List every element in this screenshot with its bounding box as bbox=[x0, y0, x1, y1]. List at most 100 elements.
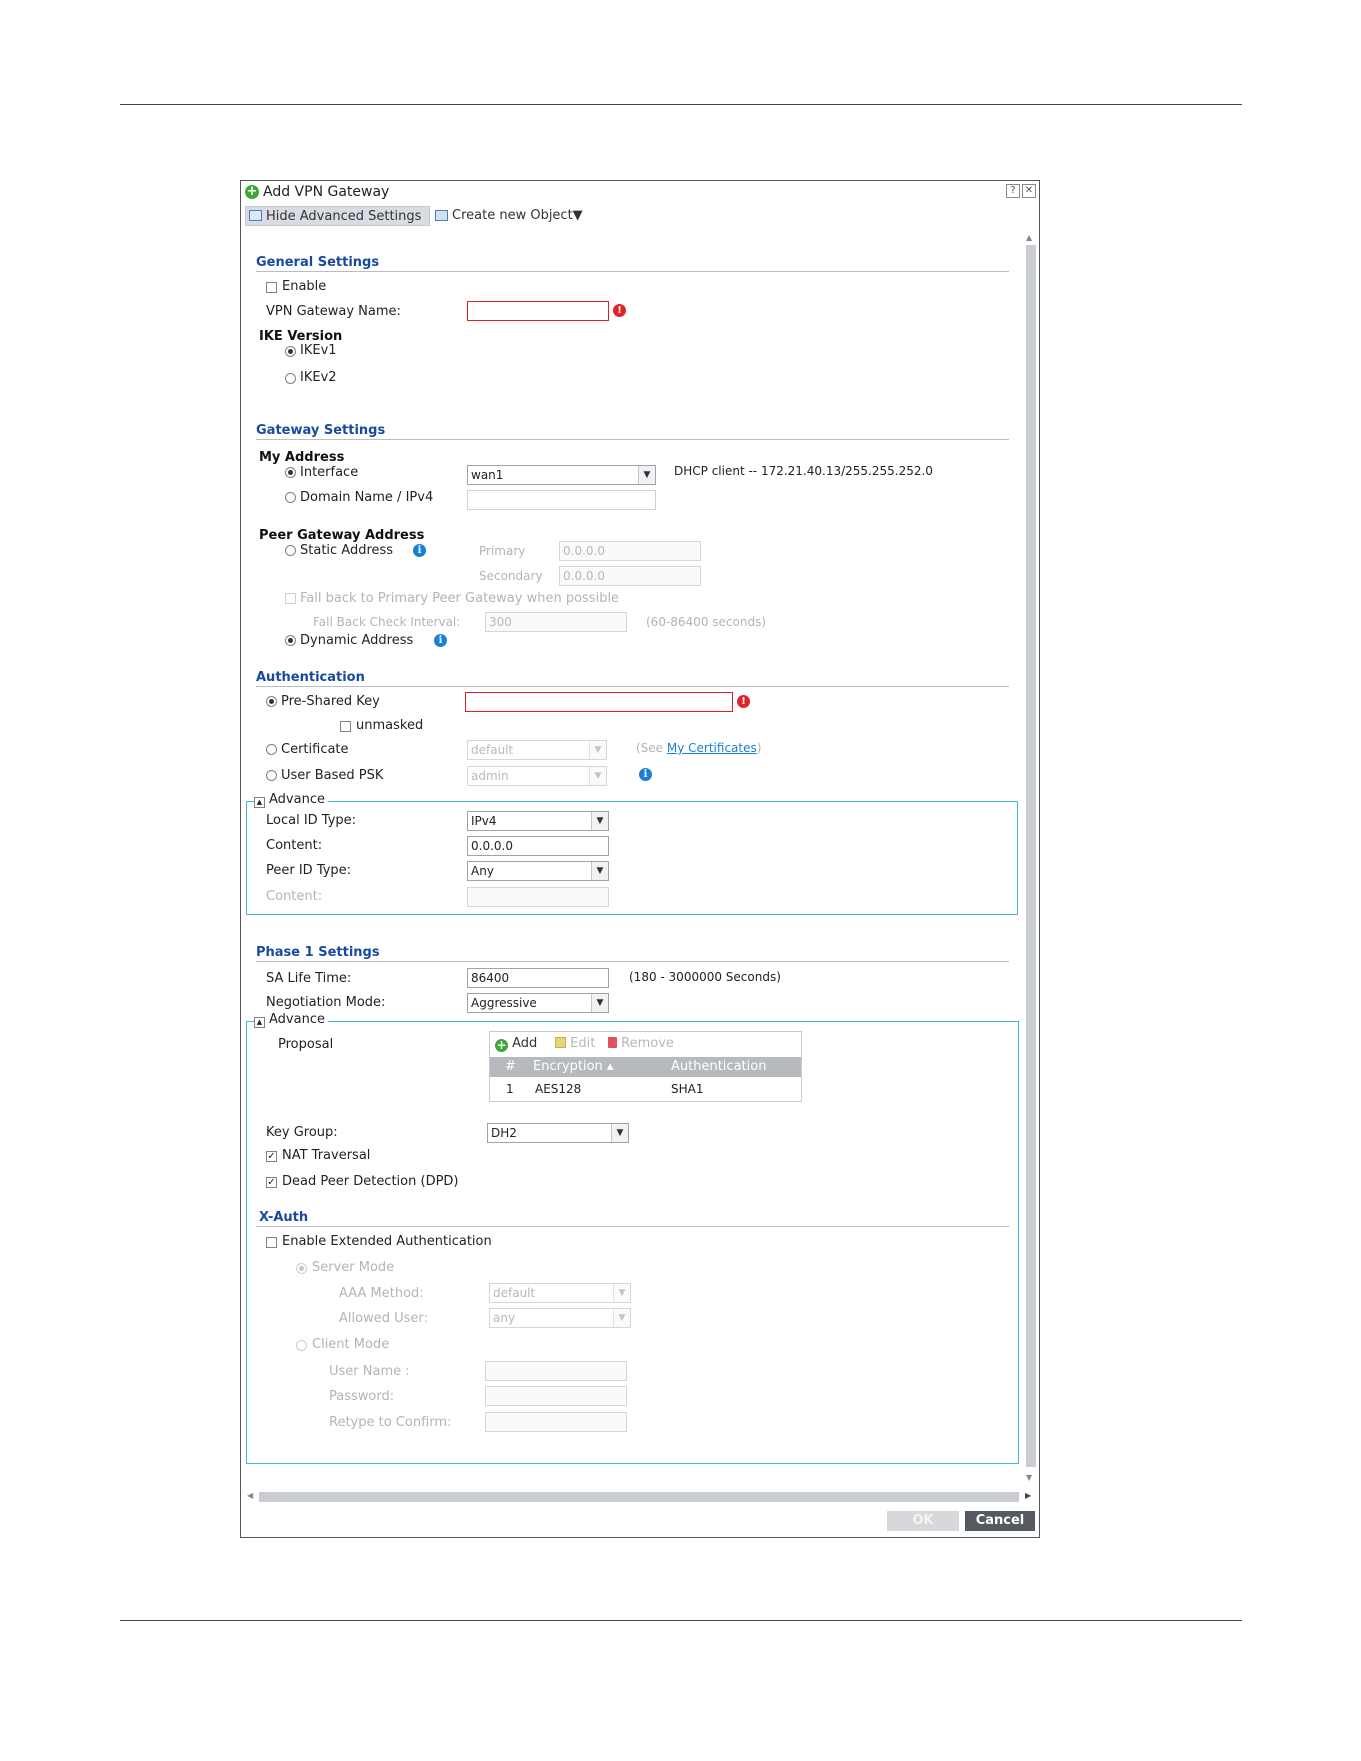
auth-advance-label: Advance bbox=[269, 792, 325, 807]
create-new-object-button[interactable]: Create new Object▼ bbox=[432, 206, 592, 226]
hscroll-thumb[interactable] bbox=[259, 1492, 1019, 1502]
proposal-col-encryption[interactable]: Encryption ▴ bbox=[533, 1057, 613, 1077]
chevron-down-icon: ▼ bbox=[591, 812, 608, 830]
help-icon[interactable]: ? bbox=[1006, 184, 1020, 198]
key-group-select[interactable]: DH2 ▼ bbox=[487, 1123, 629, 1143]
interface-radio[interactable] bbox=[285, 467, 296, 478]
scrollbar-thumb[interactable] bbox=[1026, 245, 1036, 1467]
info-icon[interactable]: i bbox=[639, 768, 652, 781]
auth-advance-legend[interactable]: ▲ Advance bbox=[254, 792, 328, 808]
proposal-col-authentication[interactable]: Authentication bbox=[671, 1057, 766, 1077]
fallback-checkbox[interactable] bbox=[285, 593, 296, 604]
content-label: Content: bbox=[266, 838, 323, 853]
section-divider bbox=[256, 686, 1009, 687]
cancel-button[interactable]: Cancel bbox=[965, 1511, 1035, 1531]
domain-name-radio[interactable] bbox=[285, 492, 296, 503]
server-mode-radio[interactable] bbox=[296, 1263, 307, 1274]
peer-id-type-select[interactable]: Any ▼ bbox=[467, 861, 609, 881]
add-icon: + bbox=[245, 184, 259, 199]
vpn-gateway-name-input[interactable] bbox=[467, 301, 609, 321]
ikev2-radio[interactable] bbox=[285, 373, 296, 384]
collapse-icon[interactable]: ▲ bbox=[254, 797, 265, 808]
certificate-select[interactable]: default ▼ bbox=[467, 740, 607, 760]
fallback-interval-label: Fall Back Check Interval: bbox=[313, 615, 461, 629]
primary-label: Primary bbox=[479, 544, 526, 558]
proposal-remove-button[interactable]: Remove bbox=[608, 1036, 674, 1051]
info-icon[interactable]: i bbox=[413, 544, 426, 557]
scroll-left-arrow-icon[interactable]: ◀ bbox=[247, 1491, 253, 1500]
extended-auth-checkbox[interactable] bbox=[266, 1237, 277, 1248]
sa-life-time-input[interactable]: 86400 bbox=[467, 968, 609, 988]
ikev1-radio[interactable] bbox=[285, 346, 296, 357]
proposal-add-button[interactable]: + Add bbox=[495, 1036, 537, 1052]
proposal-table: + Add Edit Remove # Encryption ▴ Authent… bbox=[489, 1031, 802, 1102]
proposal-edit-button[interactable]: Edit bbox=[555, 1036, 595, 1051]
general-settings-title: General Settings bbox=[256, 255, 380, 270]
settings-panel-icon bbox=[249, 210, 262, 221]
domain-name-input[interactable] bbox=[467, 490, 656, 510]
nat-traversal-checkbox[interactable]: ✓ bbox=[266, 1151, 277, 1162]
local-id-type-value: IPv4 bbox=[471, 814, 497, 828]
negotiation-mode-select[interactable]: Aggressive ▼ bbox=[467, 993, 609, 1013]
user-based-psk-radio[interactable] bbox=[266, 770, 277, 781]
phase1-advance-legend[interactable]: ▲ Advance bbox=[254, 1012, 328, 1028]
section-divider bbox=[256, 1226, 1009, 1227]
vpn-gateway-name-label: VPN Gateway Name: bbox=[266, 304, 401, 319]
interface-select[interactable]: wan1 ▼ bbox=[467, 465, 656, 485]
close-icon[interactable]: ✕ bbox=[1022, 184, 1036, 198]
certificate-select-value: default bbox=[471, 743, 514, 757]
vertical-scrollbar[interactable]: ▲ ▼ bbox=[1023, 231, 1039, 1487]
dialog-toolbar: Hide Advanced Settings Create new Object… bbox=[241, 204, 1039, 228]
table-row[interactable]: 1 AES128 SHA1 bbox=[490, 1078, 801, 1100]
nat-traversal-label: NAT Traversal bbox=[282, 1148, 371, 1163]
fallback-interval-input[interactable]: 300 bbox=[485, 612, 627, 632]
enable-checkbox[interactable] bbox=[266, 282, 277, 293]
scroll-up-arrow-icon[interactable]: ▲ bbox=[1026, 233, 1032, 242]
hide-advanced-settings-button[interactable]: Hide Advanced Settings bbox=[245, 206, 430, 226]
page-bottom-rule bbox=[120, 1620, 1242, 1621]
static-address-radio[interactable] bbox=[285, 545, 296, 556]
unmasked-label: unmasked bbox=[356, 718, 424, 733]
my-certificates-link[interactable]: My Certificates bbox=[667, 741, 757, 755]
certificate-radio[interactable] bbox=[266, 744, 277, 755]
password-label: Password: bbox=[329, 1389, 395, 1404]
chevron-down-icon: ▼ bbox=[589, 741, 606, 759]
ok-button[interactable]: OK bbox=[887, 1511, 959, 1531]
user-based-psk-select[interactable]: admin ▼ bbox=[467, 766, 607, 786]
retype-password-input[interactable] bbox=[485, 1412, 627, 1432]
allowed-user-select[interactable]: any ▼ bbox=[489, 1308, 631, 1328]
fallback-label: Fall back to Primary Peer Gateway when p… bbox=[300, 591, 620, 606]
domain-name-label: Domain Name / IPv4 bbox=[300, 490, 434, 505]
page-top-rule bbox=[120, 104, 1242, 105]
dpd-checkbox[interactable]: ✓ bbox=[266, 1177, 277, 1188]
aaa-method-select[interactable]: default ▼ bbox=[489, 1283, 631, 1303]
auth-advance-fieldset bbox=[246, 801, 1018, 915]
password-input[interactable] bbox=[485, 1386, 627, 1406]
chevron-down-icon: ▼ bbox=[591, 862, 608, 880]
gateway-settings-title: Gateway Settings bbox=[256, 423, 386, 438]
secondary-input[interactable]: 0.0.0.0 bbox=[559, 566, 701, 586]
horizontal-scrollbar[interactable]: ◀ ▶ bbox=[241, 1489, 1039, 1505]
pre-shared-key-input[interactable] bbox=[465, 692, 733, 712]
error-icon: ! bbox=[737, 695, 750, 708]
scroll-down-arrow-icon[interactable]: ▼ bbox=[1026, 1473, 1032, 1482]
pre-shared-key-radio[interactable] bbox=[266, 696, 277, 707]
info-icon[interactable]: i bbox=[434, 634, 447, 647]
dynamic-address-radio[interactable] bbox=[285, 635, 296, 646]
add-icon: + bbox=[495, 1038, 508, 1052]
unmasked-checkbox[interactable] bbox=[340, 721, 351, 732]
allowed-user-value: any bbox=[493, 1311, 516, 1325]
chevron-down-icon: ▼ bbox=[589, 767, 606, 785]
username-input[interactable] bbox=[485, 1361, 627, 1381]
create-new-object-label: Create new Object▼ bbox=[452, 208, 583, 223]
local-id-type-select[interactable]: IPv4 ▼ bbox=[467, 811, 609, 831]
client-mode-radio[interactable] bbox=[296, 1340, 307, 1351]
proposal-toolbar: + Add Edit Remove bbox=[490, 1032, 801, 1057]
primary-input[interactable]: 0.0.0.0 bbox=[559, 541, 701, 561]
proposal-remove-label: Remove bbox=[621, 1036, 674, 1051]
scroll-right-arrow-icon[interactable]: ▶ bbox=[1025, 1491, 1031, 1500]
section-divider bbox=[256, 961, 1009, 962]
collapse-icon[interactable]: ▲ bbox=[254, 1017, 265, 1028]
peer-content-input[interactable] bbox=[467, 887, 609, 907]
content-input[interactable]: 0.0.0.0 bbox=[467, 836, 609, 856]
